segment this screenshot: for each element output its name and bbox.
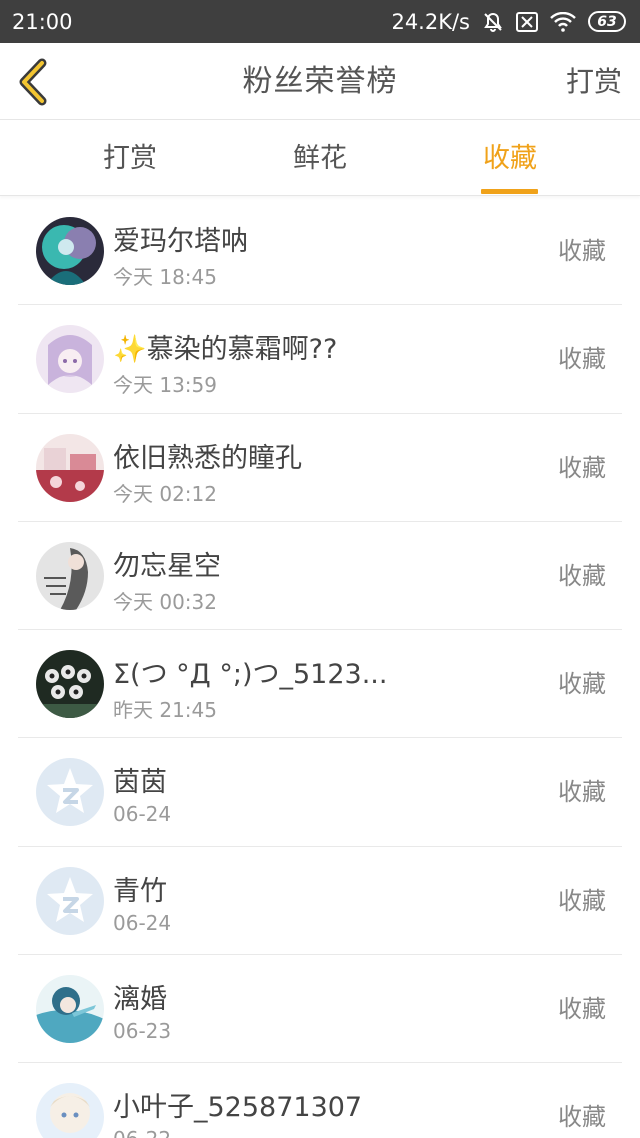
timestamp: 今天 13:59 bbox=[113, 373, 217, 398]
user-name: 青竹 bbox=[113, 875, 167, 907]
avatar bbox=[36, 217, 104, 285]
page-title: 粉丝荣誉榜 bbox=[242, 64, 398, 99]
top-bar: 粉丝荣誉榜 打赏 bbox=[0, 43, 640, 120]
timestamp: 今天 00:32 bbox=[113, 589, 217, 614]
list-item[interactable]: Σ(つ °Д °;)つ_5123... 昨天 21:45 收藏 bbox=[18, 630, 622, 739]
avatar bbox=[36, 541, 104, 610]
favorite-label: 收藏 bbox=[558, 561, 606, 590]
user-name: Σ(つ °Д °;)つ_5123... bbox=[113, 659, 388, 691]
list-item[interactable]: 依旧熟悉的瞳孔 今天 02:12 收藏 bbox=[18, 414, 622, 522]
timestamp: 昨天 21:45 bbox=[113, 698, 217, 723]
active-tab-indicator bbox=[481, 189, 538, 194]
sim-off-icon bbox=[516, 11, 538, 32]
list-item[interactable]: 青竹 06-24 收藏 bbox=[18, 847, 622, 956]
favorite-label: 收藏 bbox=[558, 453, 606, 482]
favorite-label: 收藏 bbox=[558, 1103, 606, 1132]
timestamp: 今天 02:12 bbox=[113, 481, 217, 506]
favorite-label: 收藏 bbox=[558, 237, 606, 265]
tab-bar: 打赏 鲜花 收藏 bbox=[0, 121, 640, 196]
timestamp: 今天 18:45 bbox=[113, 265, 217, 289]
list-item[interactable]: 爱玛尔塔呐 今天 18:45 收藏 bbox=[18, 197, 622, 306]
user-name: ✨慕染的慕霜啊?? bbox=[113, 334, 338, 366]
status-bar: 21:00 24.2K/s 63 bbox=[0, 0, 640, 43]
avatar bbox=[36, 866, 104, 935]
favorite-label: 收藏 bbox=[558, 886, 606, 915]
network-speed: 24.2K/s bbox=[391, 9, 470, 34]
default-avatar-icon bbox=[36, 866, 104, 935]
user-name: 小叶子_525871307 bbox=[113, 1092, 363, 1124]
favorite-label: 收藏 bbox=[558, 778, 606, 807]
user-name: 爱玛尔塔呐 bbox=[113, 226, 248, 257]
tab-flowers[interactable]: 鲜花 bbox=[260, 121, 380, 196]
favorite-label: 收藏 bbox=[558, 995, 606, 1024]
wifi-icon bbox=[550, 11, 576, 32]
avatar bbox=[36, 758, 104, 827]
timestamp: 06-24 bbox=[113, 910, 172, 935]
list-item[interactable]: 小叶子_525871307 06-22 收藏 bbox=[18, 1063, 622, 1138]
list-item[interactable]: 茵茵 06-24 收藏 bbox=[18, 738, 622, 847]
default-avatar-icon bbox=[36, 758, 104, 827]
user-name: 依旧熟悉的瞳孔 bbox=[113, 442, 302, 474]
list-item[interactable]: 漓婚 06-23 收藏 bbox=[18, 955, 622, 1064]
battery-icon: 63 bbox=[588, 11, 626, 32]
status-time: 21:00 bbox=[12, 9, 73, 34]
reward-button[interactable]: 打赏 bbox=[566, 43, 622, 120]
list-item[interactable]: ✨慕染的慕霜啊?? 今天 13:59 收藏 bbox=[18, 305, 622, 414]
avatar bbox=[36, 1083, 104, 1138]
user-name: 茵茵 bbox=[113, 767, 167, 799]
favorite-label: 收藏 bbox=[558, 670, 606, 699]
user-name: 勿忘星空 bbox=[113, 550, 221, 582]
avatar bbox=[36, 650, 104, 719]
tab-reward[interactable]: 打赏 bbox=[70, 121, 190, 196]
list-item[interactable]: 勿忘星空 今天 00:32 收藏 bbox=[18, 522, 622, 631]
favorite-label: 收藏 bbox=[558, 345, 606, 374]
bell-muted-icon bbox=[482, 11, 504, 33]
timestamp: 06-24 bbox=[113, 802, 172, 827]
timestamp: 06-23 bbox=[113, 1019, 172, 1044]
timestamp: 06-22 bbox=[113, 1127, 171, 1138]
fans-list: 爱玛尔塔呐 今天 18:45 收藏 ✨慕染的慕霜啊?? 今天 13:59 收藏 … bbox=[0, 197, 640, 1138]
user-name: 漓婚 bbox=[113, 984, 167, 1016]
avatar bbox=[36, 325, 104, 394]
status-icons: 24.2K/s 63 bbox=[391, 10, 626, 34]
tab-favorites[interactable]: 收藏 bbox=[450, 121, 570, 196]
avatar bbox=[36, 975, 104, 1044]
avatar bbox=[36, 433, 104, 502]
